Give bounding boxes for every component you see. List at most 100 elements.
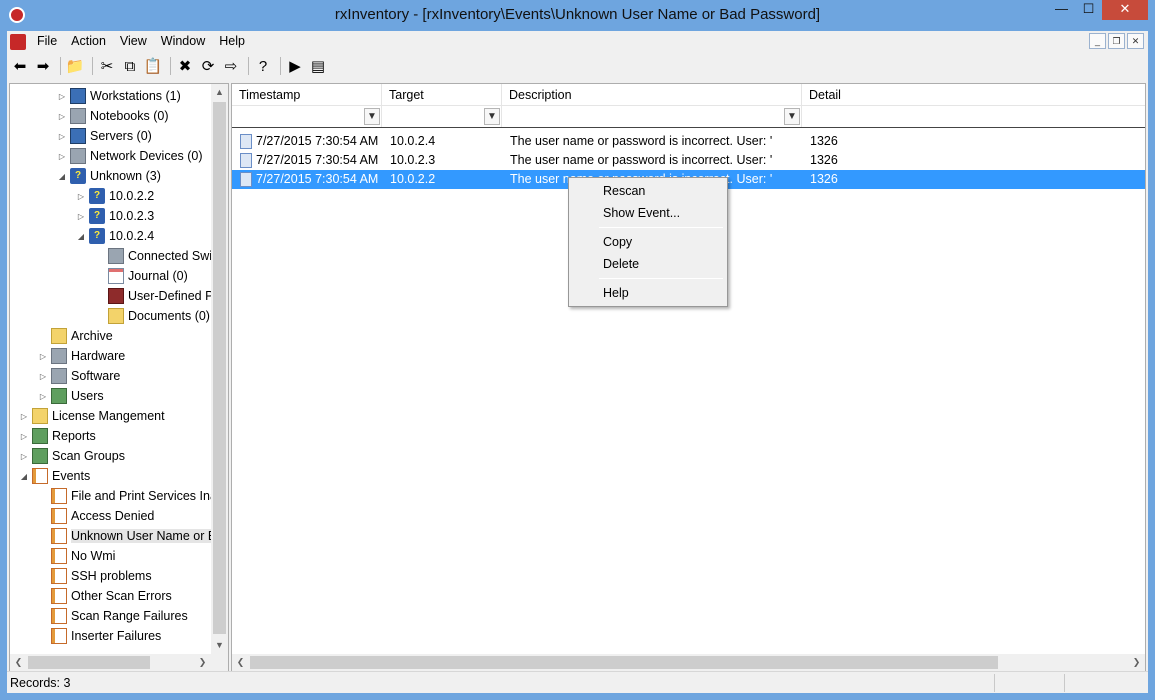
menu-window[interactable]: Window	[154, 31, 212, 52]
tree-item[interactable]: ◢ Events	[18, 466, 90, 486]
expand-icon[interactable]: ▷	[18, 412, 30, 421]
minimize-button[interactable]: —	[1048, 0, 1075, 20]
tree-item[interactable]: Other Scan Errors	[37, 586, 172, 606]
filter-icon[interactable]: ▼	[364, 108, 380, 125]
tree-item[interactable]: ▷? 10.0.2.2	[75, 186, 154, 206]
context-menu-delete[interactable]: Delete	[571, 253, 725, 275]
maximize-button[interactable]: ☐	[1075, 0, 1102, 20]
context-menu-copy[interactable]: Copy	[571, 231, 725, 253]
filter-cell-target[interactable]: ▼	[382, 106, 502, 127]
column-header-detail[interactable]: Detail	[802, 84, 1145, 106]
expand-icon[interactable]: ▷	[75, 192, 87, 201]
tree-item[interactable]: User-Defined P	[94, 286, 213, 306]
context-menu-rescan[interactable]: Rescan	[571, 180, 725, 202]
tree-hscroll-thumb[interactable]	[28, 656, 150, 669]
close-button[interactable]: ✕	[1102, 0, 1148, 20]
tree-item[interactable]: No Wmi	[37, 546, 115, 566]
tree-vertical-scrollbar[interactable]: ▲ ▼	[211, 84, 228, 654]
expand-icon[interactable]: ▷	[18, 452, 30, 461]
menu-file[interactable]: File	[30, 31, 64, 52]
scroll-up-icon[interactable]: ▲	[211, 84, 228, 101]
expand-icon[interactable]: ▷	[75, 212, 87, 221]
expand-icon[interactable]: ▷	[37, 352, 49, 361]
run-icon[interactable]: ▶	[285, 56, 305, 76]
scroll-right-icon[interactable]: ❯	[1128, 654, 1145, 671]
tree-item[interactable]: ▷ Notebooks (0)	[56, 106, 169, 126]
collapse-icon[interactable]: ◢	[75, 232, 87, 241]
tree-item[interactable]: ▷ Workstations (1)	[56, 86, 181, 106]
mdi-restore-button[interactable]: ❐	[1108, 33, 1125, 49]
tree-item[interactable]: ▷ License Mangement	[18, 406, 165, 426]
paste-icon[interactable]: 📋	[143, 56, 163, 76]
expand-icon[interactable]: ▷	[18, 432, 30, 441]
tree-item[interactable]: Access Denied	[37, 506, 154, 526]
expand-icon[interactable]: ▷	[37, 372, 49, 381]
cut-icon[interactable]: ✂	[97, 56, 117, 76]
mdi-minimize-button[interactable]: _	[1089, 33, 1106, 49]
navigation-tree[interactable]: ▷ Workstations (1) ▷ Notebooks (0) ▷ Servers …	[9, 83, 229, 672]
tree-item[interactable]: Journal (0)	[94, 266, 188, 286]
filter-icon[interactable]: ▼	[484, 108, 500, 125]
export-icon[interactable]: ⇨	[221, 56, 241, 76]
tree-item[interactable]: SSH problems	[37, 566, 152, 586]
tree-item[interactable]: Inserter Failures	[37, 626, 161, 646]
tree-item[interactable]: ◢? 10.0.2.4	[75, 226, 154, 246]
table-row[interactable]: 7/27/2015 7:30:54 AM 10.0.2.4 The user nam…	[232, 132, 1145, 151]
back-icon[interactable]: ⬅	[10, 56, 30, 76]
tree-item[interactable]: Scan Range Failures	[37, 606, 188, 626]
events-grid[interactable]: Timestamp Target Description Detail ▼ ▼ …	[231, 83, 1146, 672]
refresh-icon[interactable]: ⟳	[198, 56, 218, 76]
tree-horizontal-scrollbar[interactable]: ❮ ❯	[10, 654, 228, 671]
resize-grip[interactable]	[1134, 674, 1148, 692]
delete-icon[interactable]: ✖	[175, 56, 195, 76]
tree-item[interactable]: ▷ Servers (0)	[56, 126, 152, 146]
tree-item[interactable]: ◢? Unknown (3)	[56, 166, 161, 186]
filter-cell-description[interactable]: ▼	[502, 106, 802, 127]
menu-view[interactable]: View	[113, 31, 154, 52]
forward-icon[interactable]: ➡	[33, 56, 53, 76]
help-icon[interactable]: ?	[253, 56, 273, 76]
mdi-close-button[interactable]: ✕	[1127, 33, 1144, 49]
context-menu-show-event[interactable]: Show Event...	[571, 202, 725, 224]
scroll-left-icon[interactable]: ❮	[232, 654, 249, 671]
collapse-icon[interactable]: ◢	[18, 472, 30, 481]
properties-icon[interactable]: ▤	[308, 56, 328, 76]
tree-item[interactable]: Unknown User Name or B	[37, 526, 217, 546]
menu-action[interactable]: Action	[64, 31, 113, 52]
context-menu-help[interactable]: Help	[571, 282, 725, 304]
scroll-left-icon[interactable]: ❮	[10, 654, 27, 671]
expand-icon[interactable]: ▷	[37, 392, 49, 401]
tree-item[interactable]: File and Print Services Inac	[37, 486, 223, 506]
tree-item[interactable]: ▷ Users	[37, 386, 104, 406]
tree-item[interactable]: ▷ Hardware	[37, 346, 125, 366]
column-header-timestamp[interactable]: Timestamp	[232, 84, 382, 106]
filter-icon[interactable]: ▼	[784, 108, 800, 125]
scroll-right-icon[interactable]: ❯	[194, 654, 211, 671]
tree-item[interactable]: Connected Swi	[94, 246, 212, 266]
up-folder-icon[interactable]: 📁	[65, 56, 85, 76]
expand-icon[interactable]: ▷	[56, 92, 68, 101]
expand-icon[interactable]: ▷	[56, 132, 68, 141]
tree-item[interactable]: Archive	[37, 326, 113, 346]
table-row[interactable]: 7/27/2015 7:30:54 AM 10.0.2.3 The user nam…	[232, 151, 1145, 170]
tree-vscroll-thumb[interactable]	[213, 102, 226, 634]
tree-item[interactable]: Documents (0)	[94, 306, 210, 326]
title-bar[interactable]: rxInventory - [rxInventory\Events\Unknow…	[0, 0, 1155, 31]
mdi-document-icon[interactable]	[10, 33, 26, 50]
filter-cell-detail[interactable]	[802, 106, 1145, 127]
filter-cell-timestamp[interactable]: ▼	[232, 106, 382, 127]
scroll-down-icon[interactable]: ▼	[211, 637, 228, 654]
copy-icon[interactable]: ⧉	[120, 56, 140, 76]
column-header-description[interactable]: Description	[502, 84, 802, 106]
expand-icon[interactable]: ▷	[56, 112, 68, 121]
collapse-icon[interactable]: ◢	[56, 172, 68, 181]
tree-item[interactable]: ▷ Network Devices (0)	[56, 146, 203, 166]
menu-help[interactable]: Help	[212, 31, 252, 52]
tree-item[interactable]: ▷? 10.0.2.3	[75, 206, 154, 226]
grid-horizontal-scrollbar[interactable]: ❮ ❯	[232, 654, 1145, 671]
tree-item[interactable]: ▷ Scan Groups	[18, 446, 125, 466]
tree-item[interactable]: ▷ Software	[37, 366, 120, 386]
expand-icon[interactable]: ▷	[56, 152, 68, 161]
grid-hscroll-thumb[interactable]	[250, 656, 998, 669]
column-header-target[interactable]: Target	[382, 84, 502, 106]
